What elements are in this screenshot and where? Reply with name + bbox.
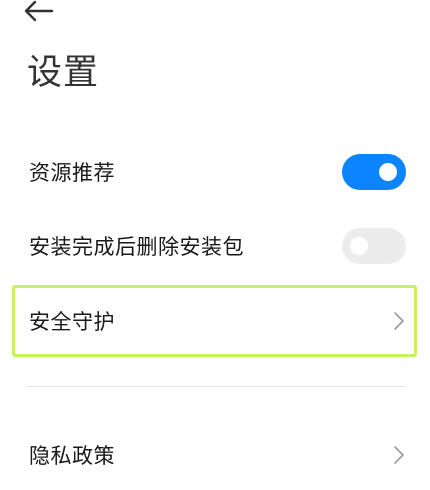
section-divider (27, 386, 405, 387)
setting-row-delete-package[interactable]: 安装完成后删除安装包 (0, 226, 430, 266)
toggle-knob (379, 163, 397, 181)
page-title: 设置 (27, 53, 100, 93)
delete-package-toggle[interactable] (342, 228, 406, 264)
setting-row-resource-recommend[interactable]: 资源推荐 (0, 152, 430, 192)
setting-label: 隐私政策 (29, 444, 115, 468)
toggle-knob (350, 237, 368, 255)
chevron-right-icon (392, 311, 406, 331)
setting-label: 安装完成后删除安装包 (29, 235, 244, 259)
setting-label: 安全守护 (29, 310, 115, 334)
settings-screen: 设置 资源推荐 安装完成后删除安装包 安全守护 隐私政策 (0, 0, 430, 490)
chevron-right-icon (392, 445, 406, 465)
setting-row-privacy[interactable]: 隐私政策 (0, 434, 430, 476)
setting-label: 资源推荐 (29, 161, 115, 185)
back-button[interactable] (22, 0, 62, 28)
arrow-left-icon (22, 0, 54, 27)
setting-row-security[interactable]: 安全守护 (0, 300, 430, 342)
resource-recommend-toggle[interactable] (342, 154, 406, 190)
